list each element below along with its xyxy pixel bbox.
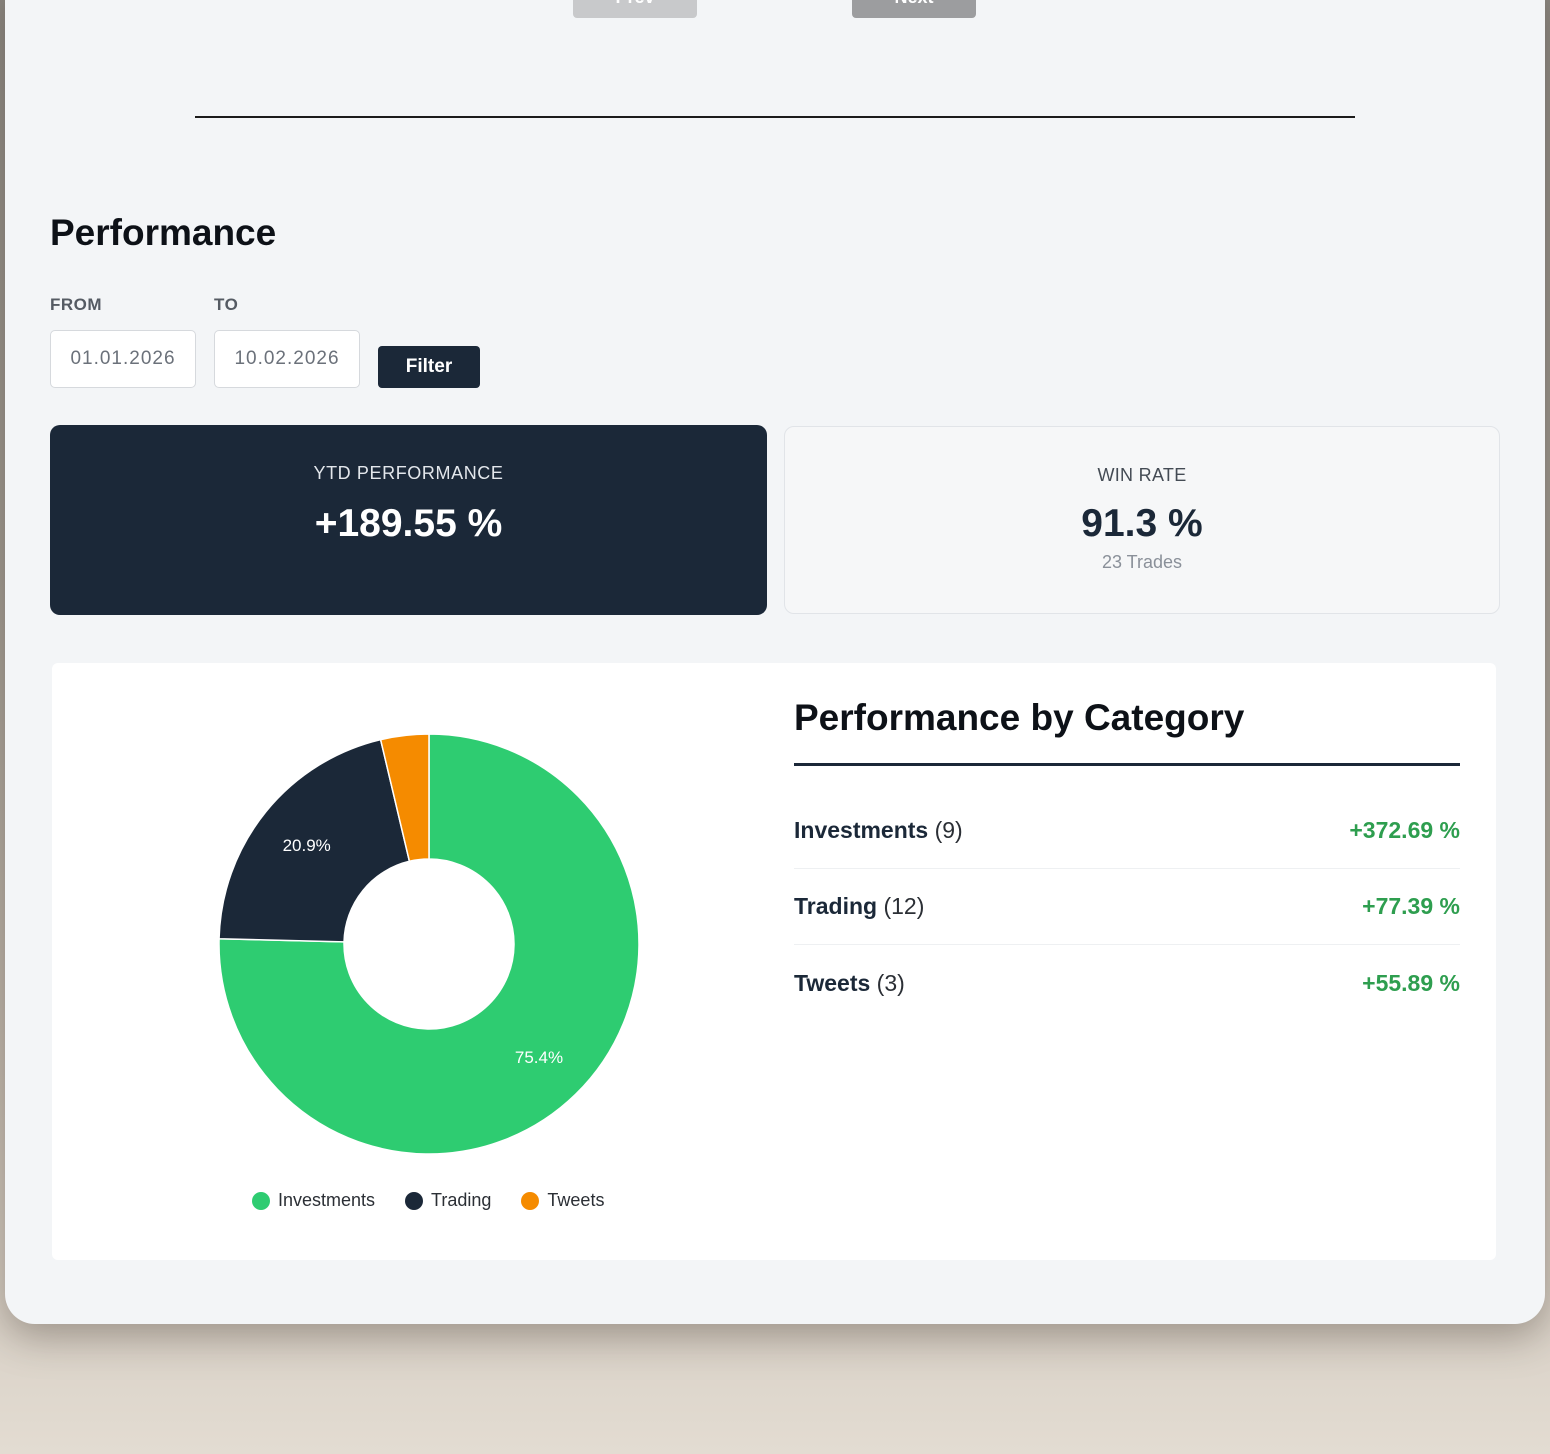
app-window: Prev 9 Next Performance FROM TO Filter Y… (5, 0, 1545, 1324)
pagination: Prev 9 Next (5, 0, 1545, 20)
legend-label: Investments (278, 1190, 376, 1210)
category-list: Investments (9) +372.69 % Trading (12) +… (794, 793, 1460, 1021)
next-page-button[interactable]: Next (852, 0, 976, 18)
donut-chart: 75.4% 20.9% (218, 733, 640, 1155)
category-panel: 75.4% 20.9% Investments Trading Tweets Perf… (52, 663, 1496, 1260)
ytd-performance-card: YTD PERFORMANCE +189.55 % (50, 425, 767, 615)
trade-count: 23 Trades (1101, 552, 1183, 572)
category-value: +77.39 % (1362, 893, 1460, 919)
from-date-input[interactable] (50, 330, 196, 388)
chart-legend: Investments Trading Tweets (252, 1190, 604, 1211)
legend-item-investments[interactable]: Investments (252, 1190, 375, 1211)
category-row-tweets: Tweets (3) +55.89 % (794, 945, 1460, 1021)
to-date-input[interactable] (214, 330, 360, 388)
slice-label-trading: 20.9% (283, 836, 331, 855)
to-label: TO (214, 295, 239, 314)
win-rate-card: WIN RATE 91.3 % 23 Trades (784, 426, 1500, 614)
category-row-investments: Investments (9) +372.69 % (794, 793, 1460, 869)
ytd-label: YTD PERFORMANCE (313, 463, 504, 483)
filter-button[interactable]: Filter (378, 346, 480, 388)
legend-dot-icon (521, 1191, 540, 1210)
legend-dot-icon (405, 1191, 424, 1210)
category-name: Trading (12) (794, 893, 925, 919)
win-rate-label: WIN RATE (1097, 465, 1187, 485)
category-rule (794, 763, 1460, 766)
legend-label: Trading (431, 1190, 492, 1210)
ytd-value: +189.55 % (314, 502, 503, 545)
win-rate-value: 91.3 % (1081, 502, 1203, 545)
legend-label: Tweets (547, 1190, 605, 1210)
category-title: Performance by Category (794, 697, 1245, 738)
page-title: Performance (50, 212, 277, 253)
category-name: Investments (9) (794, 817, 963, 843)
category-value: +372.69 % (1349, 817, 1460, 843)
category-value: +55.89 % (1362, 969, 1460, 996)
category-name: Tweets (3) (794, 969, 905, 996)
slice-label-investments: 75.4% (515, 1048, 563, 1067)
legend-item-trading[interactable]: Trading (405, 1190, 491, 1211)
legend-item-tweets[interactable]: Tweets (521, 1190, 604, 1211)
page-number: 9 (740, 0, 751, 8)
legend-dot-icon (252, 1191, 270, 1210)
from-label: FROM (50, 295, 103, 314)
category-row-trading: Trading (12) +77.39 % (794, 869, 1460, 945)
prev-page-button[interactable]: Prev (573, 0, 697, 18)
section-divider (195, 116, 1355, 118)
